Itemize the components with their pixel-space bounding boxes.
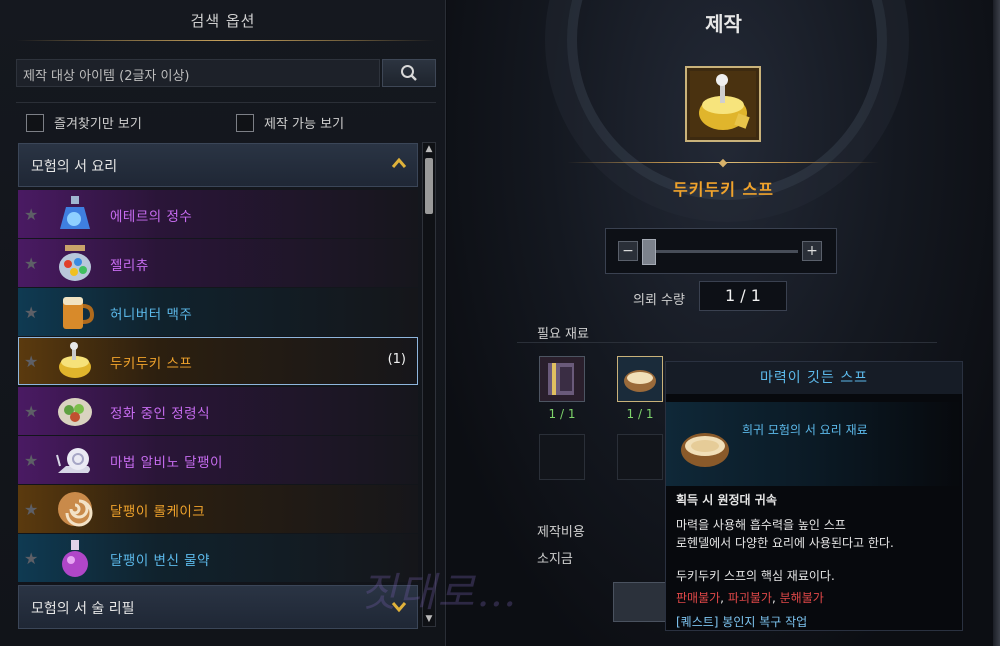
list-item-selected[interactable]: ★ 두키두키 스프 (1)	[18, 337, 418, 385]
soup-pot-icon	[690, 71, 756, 137]
craft-cost-label: 제작비용	[537, 525, 585, 540]
craftable-checkbox[interactable]	[236, 113, 254, 132]
gold-label: 소지금	[537, 552, 573, 567]
favorite-star-icon[interactable]: ★	[24, 352, 38, 371]
search-input[interactable]: 제작 대상 아이템 (2글자 이상)	[16, 59, 380, 87]
search-icon	[401, 65, 417, 81]
category-header-cooking[interactable]: 모험의 서 요리	[18, 143, 418, 187]
beer-mug-icon	[63, 297, 95, 329]
divider	[517, 342, 937, 343]
roll-cake-icon	[58, 492, 93, 527]
search-button[interactable]	[382, 59, 436, 87]
item-name: 허니버터 맥주	[110, 307, 193, 323]
tooltip-title: 마력이 깃든 스프	[666, 362, 962, 394]
favorite-star-icon[interactable]: ★	[24, 254, 38, 273]
material-slot[interactable]	[539, 356, 585, 402]
increase-button[interactable]: +	[802, 241, 822, 261]
craftable-filter[interactable]: 제작 가능 보기	[236, 113, 344, 132]
craftable-filter-label: 제작 가능 보기	[264, 117, 345, 132]
bowl-icon	[681, 433, 729, 467]
item-name: 달팽이 변신 물약	[110, 553, 211, 569]
snail-icon	[56, 448, 90, 473]
item-name: 마법 알비노 달팽이	[110, 455, 223, 471]
favorite-star-icon[interactable]: ★	[24, 500, 38, 519]
tooltip-grade: 희귀 모험의 서 요리 재료	[742, 423, 868, 437]
favorites-filter-label: 즐겨찾기만 보기	[54, 117, 142, 132]
category-label: 모험의 서 술 리필	[31, 601, 135, 617]
favorite-star-icon[interactable]: ★	[24, 205, 38, 224]
panel-title: 검색 옵션	[190, 12, 256, 30]
item-name: 두키두키 스프	[110, 356, 193, 372]
quantity-label: 의뢰 수량	[633, 293, 685, 308]
decrease-button[interactable]: −	[618, 241, 638, 261]
search-options-panel: 검색 옵션 제작 대상 아이템 (2글자 이상) 즐겨찾기만 보기 제작 가능 …	[0, 0, 446, 646]
result-item-name: 두키두키 스프	[673, 180, 774, 199]
list-item[interactable]: ★ 달팽이 변신 물약	[18, 534, 418, 582]
result-item-slot[interactable]	[685, 66, 761, 142]
list-item[interactable]: ★ 정화 중인 정령식	[18, 387, 418, 435]
favorites-checkbox[interactable]	[26, 113, 44, 132]
craft-title: 제작	[705, 12, 742, 36]
potion-bottle-icon	[60, 196, 90, 229]
item-name: 에테르의 정수	[110, 209, 193, 225]
list-item[interactable]: ★ 달팽이 롤케이크	[18, 485, 418, 533]
slider-track[interactable]	[650, 250, 798, 253]
slider-thumb[interactable]	[642, 239, 656, 265]
material-count: 1 / 1	[548, 407, 576, 421]
book-icon	[540, 357, 584, 401]
favorite-star-icon[interactable]: ★	[24, 549, 38, 568]
craft-button[interactable]	[613, 582, 669, 622]
chevron-up-icon	[391, 157, 407, 168]
item-count: (1)	[387, 352, 406, 367]
tooltip-bind: 획득 시 원정대 귀속	[676, 493, 777, 507]
list-item[interactable]: ★ 에테르의 정수	[18, 190, 418, 238]
item-name: 젤리츄	[110, 258, 149, 274]
material-slot[interactable]	[617, 356, 663, 402]
empty-material-slot	[617, 434, 663, 480]
watermark: 짓대로…	[360, 570, 519, 616]
tooltip-core: 두키두키 스프의 핵심 재료이다.	[676, 569, 835, 583]
tooltip-quest: [퀘스트] 봉인지 복구 작업	[676, 615, 808, 629]
flag-no-destroy: 파괴불가	[727, 591, 772, 605]
favorite-star-icon[interactable]: ★	[24, 451, 38, 470]
divider-ornament-icon: ◆	[718, 156, 728, 169]
item-name: 달팽이 롤케이크	[110, 504, 206, 520]
scroll-up-icon[interactable]: ▲	[423, 143, 435, 155]
quantity-field[interactable]: 1 / 1	[699, 281, 787, 311]
empty-material-slot	[539, 434, 585, 480]
flag-no-dismantle: 분해불가	[779, 591, 824, 605]
bowl-icon	[618, 357, 662, 401]
soup-pot-icon	[59, 342, 91, 378]
scrollbar-thumb[interactable]	[425, 158, 433, 214]
favorites-filter[interactable]: 즐겨찾기만 보기	[26, 113, 142, 132]
favorite-star-icon[interactable]: ★	[24, 303, 38, 322]
tooltip-flags: 판매불가, 파괴불가, 분해불가	[676, 591, 824, 605]
item-tooltip: 마력이 깃든 스프 희귀 모험의 서 요리 재료 획득 시 원정대 귀속 마력을…	[665, 361, 963, 631]
divider	[16, 102, 436, 103]
item-name: 정화 중인 정령식	[110, 406, 211, 422]
window-edge	[993, 0, 1000, 646]
title-divider	[16, 40, 436, 41]
quantity-slider[interactable]: − +	[605, 228, 837, 274]
list-item[interactable]: ★ 허니버터 맥주	[18, 288, 418, 336]
material-count: 1 / 1	[626, 407, 654, 421]
flag-no-sell: 판매불가	[676, 591, 721, 605]
potion-flask-icon	[62, 540, 88, 577]
list-item[interactable]: ★ 마법 알비노 달팽이	[18, 436, 418, 484]
tooltip-desc-2: 로헨델에서 다양한 요리에 사용된다고 한다.	[676, 536, 894, 550]
salad-plate-icon	[58, 398, 92, 426]
favorite-star-icon[interactable]: ★	[24, 402, 38, 421]
category-header-drink-refill[interactable]: 모험의 서 술 리필	[18, 585, 418, 629]
candy-jar-icon	[59, 245, 91, 281]
tooltip-desc-1: 마력을 사용해 흡수력을 높인 스프	[676, 518, 846, 532]
scrollbar-track[interactable]	[422, 142, 436, 627]
category-label: 모험의 서 요리	[31, 159, 118, 175]
materials-label: 필요 재료	[537, 327, 589, 342]
list-item[interactable]: ★ 젤리츄	[18, 239, 418, 287]
